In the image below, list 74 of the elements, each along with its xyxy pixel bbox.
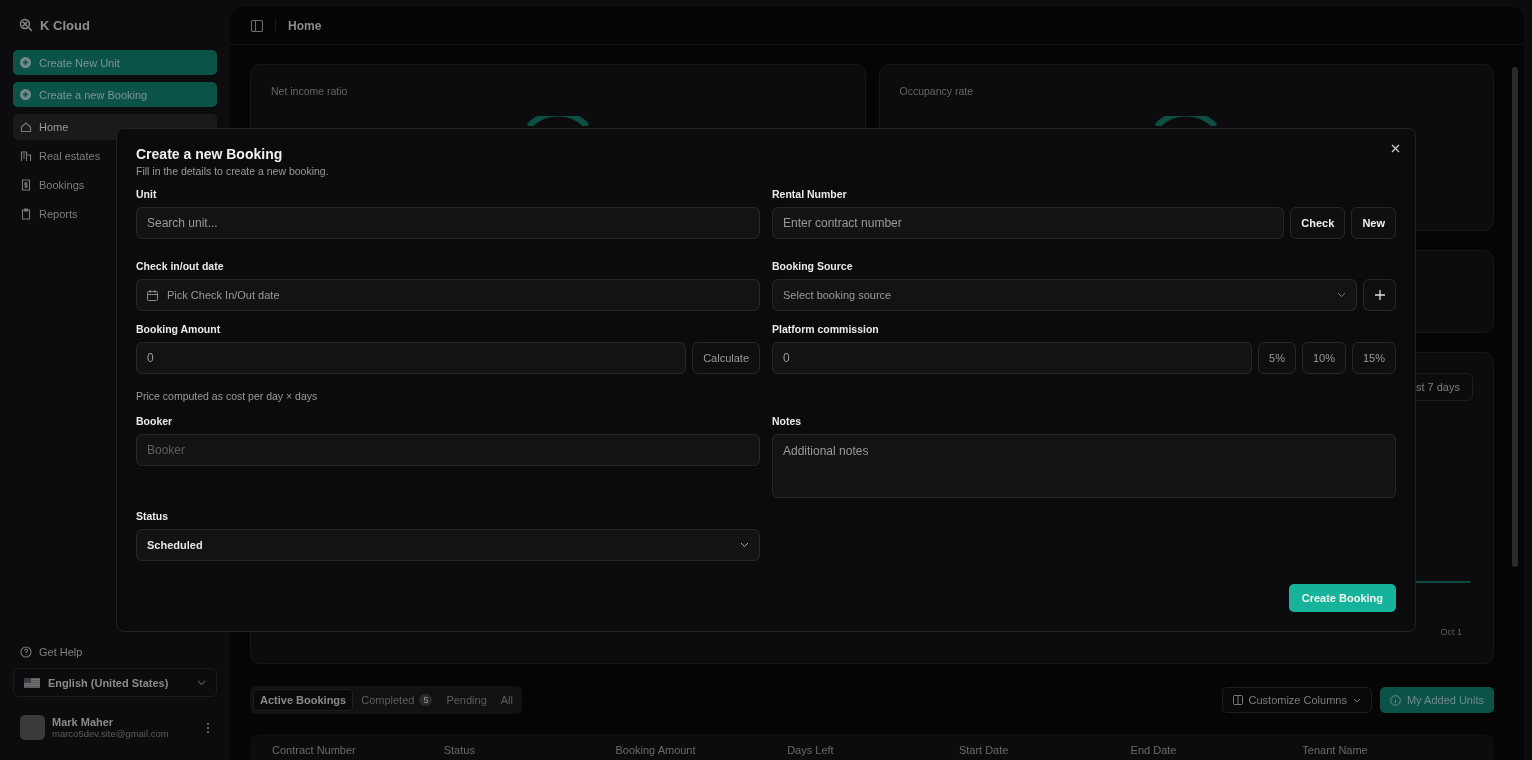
tab[interactable]: Active Bookings — [253, 689, 354, 711]
user-email: marco5dev.site@gmail.com — [52, 728, 170, 739]
home-icon — [20, 121, 32, 133]
building-icon — [20, 150, 32, 162]
page-title: Home — [288, 18, 322, 33]
commission-field[interactable]: 0 — [772, 342, 1253, 374]
booking-source-select[interactable]: Select booking source — [772, 279, 1357, 311]
column-header: Days Left — [787, 744, 835, 758]
count-badge: 5 — [419, 694, 433, 706]
field-label: Booking Amount — [136, 323, 222, 336]
field-label: Platform commission — [772, 323, 880, 336]
commission-preset-button[interactable]: 15% — [1351, 342, 1396, 374]
more-vertical-icon[interactable] — [206, 721, 210, 734]
field-label: Notes — [772, 415, 803, 428]
column-header: Start Date — [958, 744, 1010, 758]
tab[interactable]: All — [494, 689, 519, 711]
unit-search-field[interactable]: Search unit... — [136, 207, 760, 239]
avatar-placeholder — [20, 715, 45, 740]
close-icon[interactable] — [1391, 144, 1400, 153]
sidebar-action-button[interactable]: Create a new Booking — [13, 82, 217, 107]
columns-icon — [1232, 695, 1243, 705]
chevron-down-icon — [740, 542, 749, 548]
calculate-button[interactable]: Calculate — [692, 342, 760, 374]
date-picker-field[interactable]: Pick Check In/Out date — [136, 279, 760, 311]
card-title: Net income ratio — [271, 85, 348, 97]
sidebar-action-button[interactable]: Create New Unit — [13, 50, 217, 75]
plus-circle-icon — [20, 57, 31, 68]
tab[interactable]: Completed 5 — [355, 689, 439, 711]
rental-action-button[interactable]: New — [1351, 207, 1396, 239]
rental-action-button[interactable]: Check — [1290, 207, 1346, 239]
card-title: Occupancy rate — [899, 85, 974, 97]
sidebar-toggle-icon[interactable] — [251, 19, 263, 32]
field-label: Rental Number — [772, 188, 848, 201]
flag-icon — [24, 677, 40, 688]
logo-icon — [19, 18, 33, 32]
contract-number-field[interactable]: Enter contract number — [772, 207, 1285, 239]
clipboard-icon — [20, 208, 32, 220]
column-header: Status — [443, 744, 476, 758]
user-name: Mark Maher — [52, 716, 115, 728]
info-icon — [1389, 694, 1401, 706]
tab[interactable]: Pending — [440, 689, 493, 711]
language-select[interactable]: English (United States) — [13, 668, 217, 697]
field-label: Booking Source — [772, 260, 854, 273]
dialog-subtitle: Fill in the details to create a new booking. — [136, 165, 330, 177]
chevron-down-icon — [197, 679, 206, 686]
axis-label: Oct 1 — [1440, 627, 1462, 637]
question-icon — [20, 646, 32, 658]
plus-icon — [1374, 290, 1385, 300]
plus-circle-icon — [20, 89, 31, 100]
field-label: Check in/out date — [136, 260, 225, 273]
column-header: Booking Amount — [615, 744, 697, 758]
scrollbar-thumb[interactable] — [1512, 67, 1518, 567]
brand-name: K Cloud — [40, 17, 90, 33]
help-link[interactable]: Get Help — [13, 641, 217, 663]
chevron-down-icon — [1352, 697, 1361, 703]
calendar-icon — [147, 289, 158, 301]
notes-field[interactable]: Additional notes — [772, 434, 1396, 498]
field-label: Unit — [136, 188, 158, 201]
field-hint: Price computed as cost per day × days — [136, 389, 319, 403]
dialog-title: Create a new Booking — [136, 145, 284, 163]
booking-amount-field[interactable]: 0 — [136, 342, 687, 374]
column-header: Contract Number — [272, 744, 357, 758]
column-header: Tenant Name — [1302, 744, 1369, 758]
column-header: End Date — [1130, 744, 1178, 758]
customize-columns-button[interactable]: Customize Columns — [1221, 687, 1372, 713]
field-label: Status — [136, 510, 170, 523]
booker-field[interactable]: Booker — [136, 434, 760, 466]
status-select[interactable]: Scheduled — [136, 529, 760, 561]
commission-preset-button[interactable]: 10% — [1301, 342, 1346, 374]
add-source-button[interactable] — [1363, 279, 1396, 311]
field-label: Booker — [136, 415, 174, 428]
chevron-down-icon — [1337, 292, 1346, 298]
receipt-icon — [20, 179, 32, 191]
commission-preset-button[interactable]: 5% — [1258, 342, 1296, 374]
